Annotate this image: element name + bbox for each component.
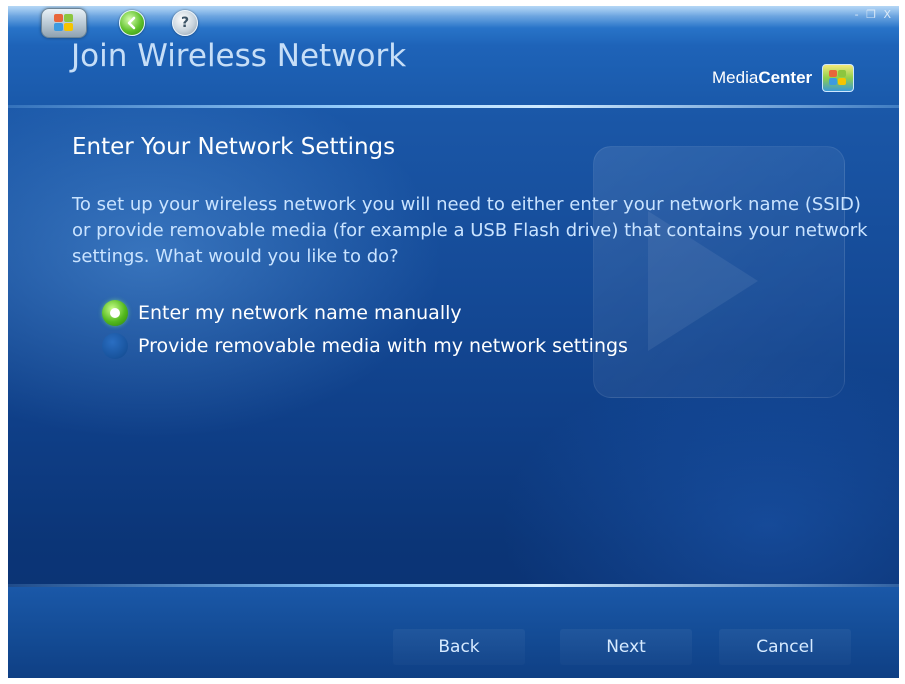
- media-center-window: ? - ❐ X Join Wireless Network Media Cente…: [8, 6, 899, 678]
- back-arrow-icon: [127, 16, 136, 30]
- next-button[interactable]: Next: [560, 629, 692, 665]
- help-icon: ?: [180, 15, 190, 31]
- radio-selected-icon[interactable]: [102, 300, 128, 326]
- window-controls[interactable]: - ❐ X: [855, 8, 893, 21]
- cancel-button[interactable]: Cancel: [719, 629, 851, 665]
- media-center-brand: Media Center: [712, 64, 855, 92]
- media-center-logo: [822, 64, 855, 92]
- windows-flag-icon: [829, 70, 847, 86]
- option-label: Enter my network name manually: [138, 302, 462, 324]
- instructions-text: To set up your wireless network you will…: [72, 194, 868, 267]
- start-button[interactable]: [41, 8, 87, 38]
- option-enter-network-name[interactable]: Enter my network name manually: [102, 298, 462, 328]
- radio-unselected-icon[interactable]: [102, 333, 128, 359]
- windows-flag-icon: [54, 14, 74, 31]
- page-frame: ? - ❐ X Join Wireless Network Media Cente…: [0, 0, 905, 684]
- option-removable-media[interactable]: Provide removable media with my network …: [102, 331, 628, 361]
- back-button[interactable]: Back: [393, 629, 525, 665]
- option-label: Provide removable media with my network …: [138, 335, 628, 357]
- page-title: Join Wireless Network: [71, 38, 407, 74]
- section-title: Enter Your Network Settings: [72, 134, 396, 160]
- help-button[interactable]: ?: [172, 10, 198, 36]
- brand-prefix: Media: [712, 68, 759, 87]
- header-divider: [8, 105, 899, 108]
- brand-suffix: Center: [758, 68, 813, 87]
- back-nav-button[interactable]: [119, 10, 145, 36]
